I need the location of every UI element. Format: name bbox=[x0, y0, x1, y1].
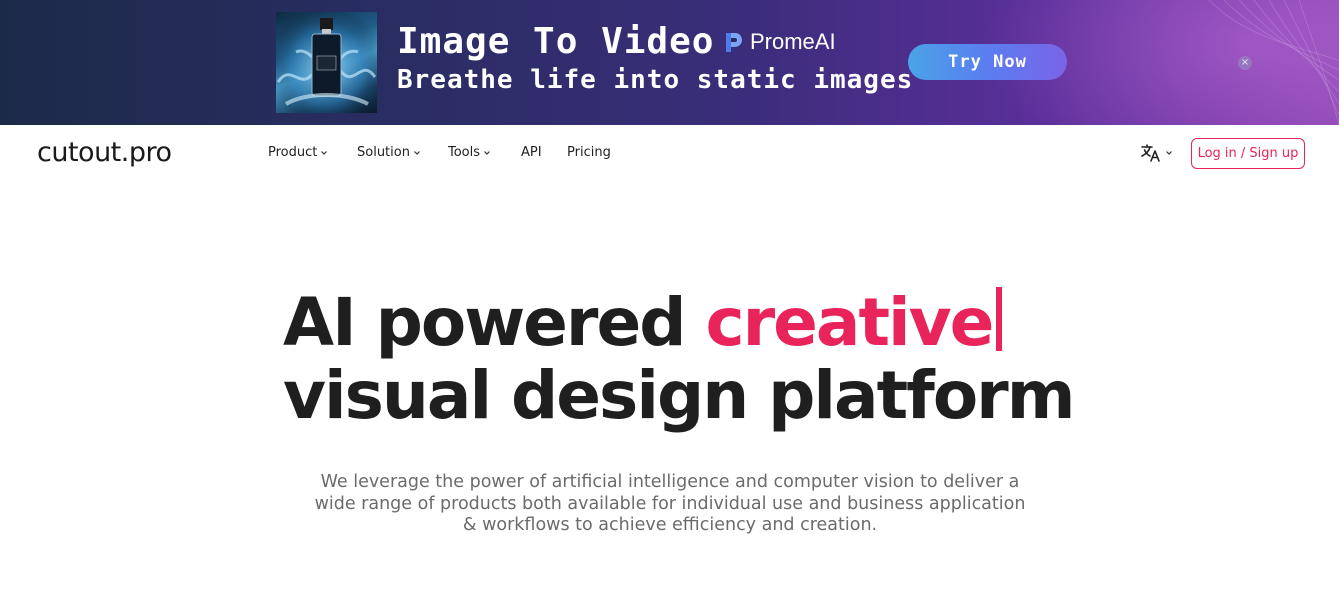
hero-description-line: wide range of products both available fo… bbox=[314, 493, 1026, 514]
brand-name: PromeAI bbox=[750, 29, 836, 54]
banner-title: Image To Video bbox=[397, 21, 715, 62]
chevron-down-icon bbox=[484, 151, 490, 155]
translate-icon bbox=[1141, 144, 1160, 162]
hero-description: We leverage the power of artificial inte… bbox=[270, 472, 1070, 537]
banner-subtitle: Breathe life into static images bbox=[397, 65, 914, 95]
nav-solution-label: Solution bbox=[357, 145, 410, 160]
promo-banner[interactable]: Image To Video Breathe life into static … bbox=[0, 0, 1339, 125]
nav-tools-label: Tools bbox=[448, 145, 481, 160]
nav-product-label: Product bbox=[268, 145, 318, 160]
nav-tools[interactable]: Tools bbox=[448, 144, 491, 162]
site-logo[interactable]: cutout.pro bbox=[37, 135, 172, 171]
nav-pricing[interactable]: Pricing bbox=[567, 144, 611, 162]
close-banner-icon[interactable]: × bbox=[1238, 56, 1252, 70]
chevron-down-icon bbox=[1166, 151, 1172, 155]
nav-pricing-label: Pricing bbox=[567, 145, 611, 160]
nav-solution[interactable]: Solution bbox=[357, 144, 421, 162]
hero-title-text: AI powered bbox=[283, 284, 706, 361]
hero-description-line: & workflows to achieve efficiency and cr… bbox=[462, 515, 878, 535]
nav-api-label: API bbox=[521, 145, 542, 160]
hero-description-line: We leverage the power of artificial inte… bbox=[320, 472, 1020, 492]
promeai-logo-icon bbox=[726, 33, 742, 52]
promeai-brand: PromeAI bbox=[722, 29, 836, 55]
try-now-button[interactable]: Try Now bbox=[908, 44, 1067, 80]
chevron-down-icon bbox=[321, 151, 328, 155]
typing-cursor bbox=[996, 287, 1003, 351]
hero-title-accent: creative bbox=[705, 284, 994, 361]
login-signup-button[interactable]: Log in / Sign up bbox=[1191, 138, 1305, 169]
language-switcher[interactable] bbox=[1140, 143, 1173, 163]
perfume-bottle-image bbox=[276, 12, 377, 113]
hero-title-line-2: visual design platform bbox=[283, 357, 1076, 434]
hero-title-line-1: AI powered creative bbox=[283, 284, 1003, 362]
nav-api[interactable]: API bbox=[521, 144, 542, 162]
nav-product[interactable]: Product bbox=[268, 144, 328, 162]
chevron-down-icon bbox=[414, 151, 420, 155]
banner-wave-decoration bbox=[1208, 0, 1339, 125]
top-navigation: cutout.pro Product Solution Tools API Pr… bbox=[0, 125, 1339, 183]
